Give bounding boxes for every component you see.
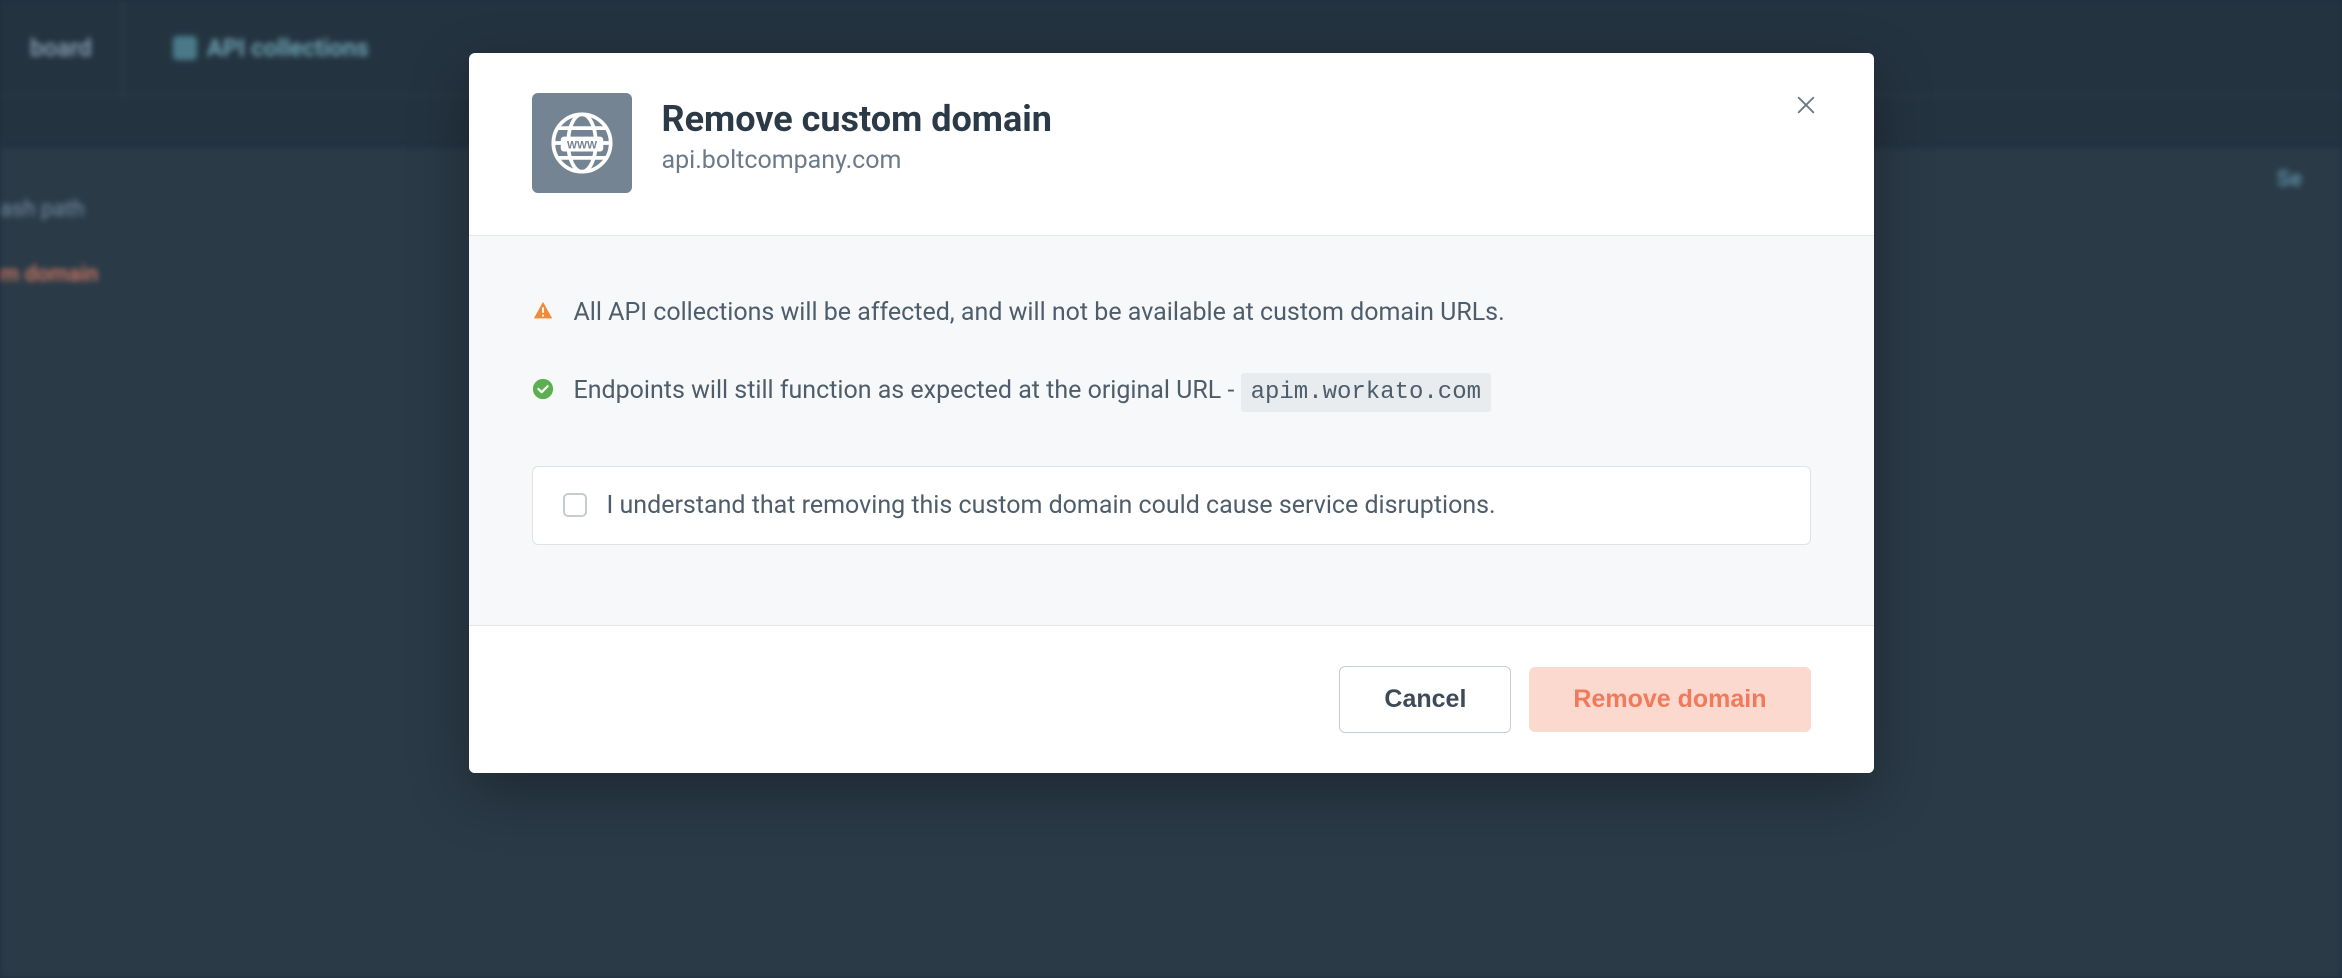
modal-body: All API collections will be affected, an… — [469, 236, 1874, 625]
remove-domain-modal: WWW Remove custom domain api.boltcompany… — [469, 53, 1874, 773]
ok-text: Endpoints will still function as expecte… — [574, 372, 1492, 411]
check-circle-icon — [532, 378, 554, 400]
warning-row: All API collections will be affected, an… — [532, 294, 1811, 332]
modal-overlay: WWW Remove custom domain api.boltcompany… — [0, 0, 2342, 978]
warning-icon — [532, 300, 554, 322]
close-icon — [1795, 94, 1817, 116]
ok-text-prefix: Endpoints will still function as expecte… — [574, 376, 1241, 405]
svg-text:WWW: WWW — [566, 139, 596, 151]
warning-text: All API collections will be affected, an… — [574, 294, 1505, 332]
modal-title: Remove custom domain — [662, 98, 1811, 141]
modal-footer: Cancel Remove domain — [469, 625, 1874, 773]
modal-title-block: Remove custom domain api.boltcompany.com — [662, 93, 1811, 175]
modal-subtitle: api.boltcompany.com — [662, 146, 1811, 175]
www-globe-icon: WWW — [532, 93, 632, 193]
cancel-button[interactable]: Cancel — [1339, 666, 1511, 733]
close-button[interactable] — [1786, 85, 1826, 125]
ok-row: Endpoints will still function as expecte… — [532, 372, 1811, 411]
remove-domain-button[interactable]: Remove domain — [1529, 667, 1810, 732]
original-url-code: apim.workato.com — [1241, 373, 1491, 412]
acknowledgment-checkbox[interactable] — [563, 493, 587, 517]
modal-header: WWW Remove custom domain api.boltcompany… — [469, 53, 1874, 236]
acknowledgment-box[interactable]: I understand that removing this custom d… — [532, 466, 1811, 545]
acknowledgment-label: I understand that removing this custom d… — [607, 491, 1496, 520]
